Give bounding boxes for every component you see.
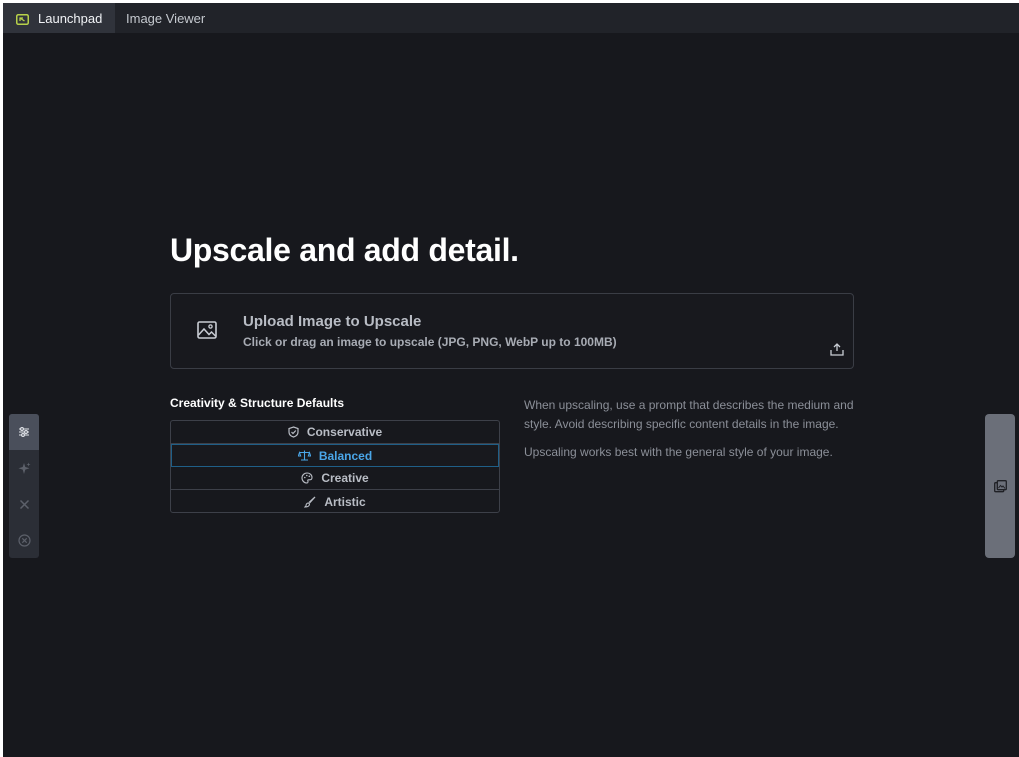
upload-dropzone[interactable]: Upload Image to Upscale Click or drag an…: [170, 293, 854, 369]
launchpad-content: Upscale and add detail. Upload Image to …: [170, 229, 854, 513]
option-label: Creative: [321, 471, 369, 485]
close-icon: [19, 499, 29, 509]
scale-icon: [297, 450, 311, 461]
upscale-help-text: When upscaling, use a prompt that descri…: [524, 396, 860, 462]
palette-icon: [301, 472, 313, 484]
tab-launchpad[interactable]: Launchpad: [3, 3, 115, 33]
tab-launchpad-label: Launchpad: [38, 10, 103, 26]
gallery-toggle-button[interactable]: [985, 414, 1015, 558]
circle-x-icon: [17, 533, 31, 547]
page-title: Upscale and add detail.: [170, 232, 519, 268]
option-creative[interactable]: Creative: [171, 467, 499, 490]
help-paragraph: Upscaling works best with the general st…: [524, 445, 833, 459]
help-paragraph: When upscaling, use a prompt that descri…: [524, 398, 854, 431]
creativity-options: Conservative Balanced Creative Artistic: [170, 420, 500, 513]
brush-icon: [304, 496, 316, 508]
shield-icon: [288, 426, 299, 438]
images-icon: [993, 479, 1007, 492]
defaults-heading: Creativity & Structure Defaults: [170, 396, 345, 410]
image-icon: [197, 321, 217, 344]
tab-bar: Launchpad Image Viewer: [3, 3, 1019, 33]
app-frame: Launchpad Image Viewer Upscale and add d…: [3, 3, 1019, 757]
launchpad-icon: [16, 13, 29, 25]
invoke-button[interactable]: [9, 450, 39, 486]
upload-subtitle: Click or drag an image to upscale (JPG, …: [243, 335, 617, 349]
sliders-icon: [19, 427, 29, 437]
sparkle-icon: [18, 462, 30, 474]
option-conservative[interactable]: Conservative: [171, 421, 499, 444]
option-artistic[interactable]: Artistic: [171, 490, 499, 512]
upload-icon: [830, 343, 844, 361]
cancel-button[interactable]: [9, 486, 39, 522]
option-label: Artistic: [324, 494, 366, 509]
upload-title: Upload Image to Upscale: [243, 313, 422, 330]
option-label: Conservative: [306, 425, 383, 439]
tab-image-viewer-label: Image Viewer: [126, 10, 206, 26]
cancel-all-button[interactable]: [9, 522, 39, 558]
tab-image-viewer[interactable]: Image Viewer: [115, 3, 215, 33]
left-toolbar: [9, 414, 39, 558]
option-label: Balanced: [318, 448, 373, 463]
option-balanced[interactable]: Balanced: [171, 444, 499, 467]
settings-toggle-button[interactable]: [9, 414, 39, 450]
